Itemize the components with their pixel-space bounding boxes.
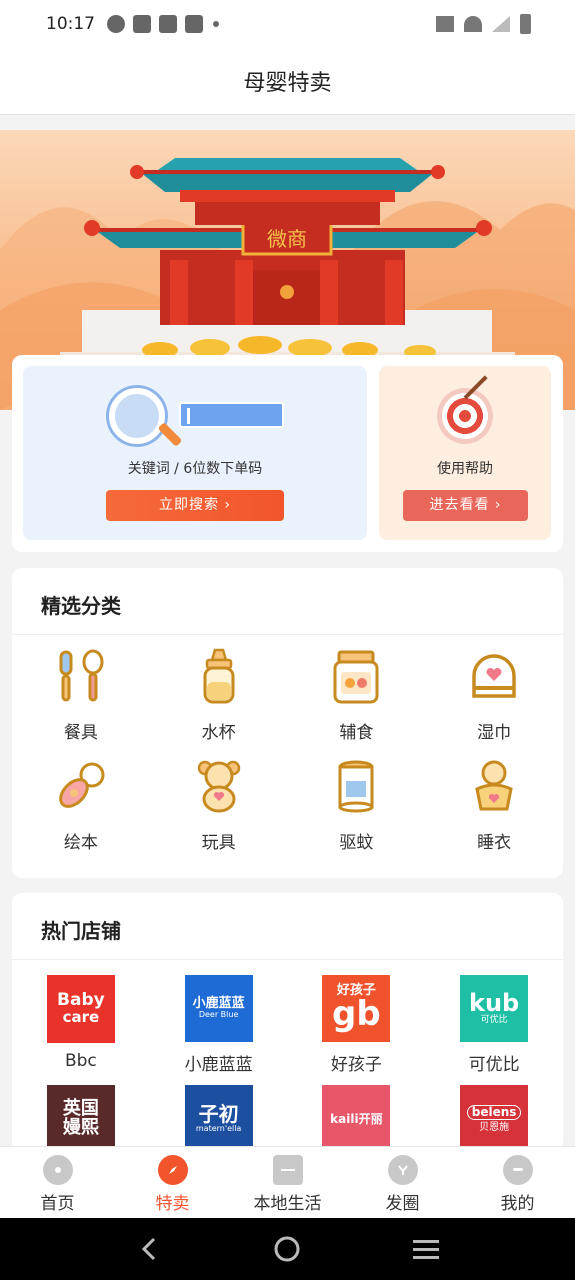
tableware-icon (53, 648, 109, 704)
category-title: 精选分类 (41, 594, 121, 618)
go-look-button[interactable]: 进去看看 › (403, 490, 528, 521)
search-card[interactable]: 关键词 / 6位数下单码 立即搜索 › (23, 366, 367, 540)
tab-local-life[interactable]: 本地生活 (230, 1147, 345, 1218)
menu-icon[interactable] (411, 1234, 441, 1264)
wet-wipes-icon (466, 648, 522, 704)
search-now-button[interactable]: 立即搜索 › (106, 490, 284, 521)
category-item-baby-food[interactable]: 辅食 (288, 648, 426, 748)
category-label: 玩具 (201, 833, 236, 853)
home-circle-icon[interactable] (272, 1234, 302, 1264)
help-card[interactable]: 使用帮助 进去看看 › (379, 366, 551, 540)
store-icon (272, 1155, 303, 1185)
category-item-bottle[interactable]: 水杯 (150, 648, 288, 748)
pacifier-icon (53, 758, 109, 814)
tab-home[interactable]: 首页 (0, 1147, 115, 1218)
category-label: 驱蚊 (339, 833, 374, 853)
shop-item[interactable]: 英国 嫚熙 (12, 1085, 150, 1153)
tab-label: 发圈 (385, 1194, 420, 1214)
shop-logo: 英国 嫚熙 (46, 1085, 115, 1153)
shop-logo: kub 可优比 (460, 975, 529, 1042)
baby-bottle-icon (191, 648, 247, 704)
page-title: 母婴特卖 (243, 71, 332, 96)
magnifier-icon (109, 388, 165, 444)
system-navigation-bar (0, 1218, 575, 1280)
category-label: 睡衣 (477, 833, 512, 853)
shop-item[interactable]: kub 可优比 可优比 (425, 975, 563, 1075)
category-section: 精选分类 餐具 水杯 辅食 湿巾 绘本 玩具 驱蚊 睡衣 (12, 568, 563, 878)
category-item-picture-book[interactable]: 绘本 (12, 758, 150, 858)
compass-icon (157, 1155, 188, 1185)
category-label: 辅食 (339, 723, 374, 743)
baby-food-jar-icon (328, 648, 384, 704)
shop-item[interactable]: 小鹿蓝蓝 Deer Blue 小鹿蓝蓝 (150, 975, 288, 1075)
shop-logo: belens 贝恩施 (460, 1085, 529, 1153)
tab-label: 我的 (500, 1194, 535, 1214)
shop-item[interactable]: 子初 matern'ella (150, 1085, 288, 1153)
baby-icon (466, 758, 522, 814)
shop-item[interactable]: Baby care Bbc (12, 975, 150, 1075)
category-item-wipes[interactable]: 湿巾 (425, 648, 563, 748)
home-icon (42, 1155, 73, 1185)
divider (12, 634, 563, 635)
shop-logo: 小鹿蓝蓝 Deer Blue (184, 975, 253, 1042)
status-time: 10:17 (46, 14, 95, 34)
tab-label: 本地生活 (253, 1194, 322, 1214)
category-label: 绘本 (63, 833, 98, 853)
shop-item[interactable]: 好孩子 gb 好孩子 (288, 975, 426, 1075)
wifi-icon (464, 16, 482, 32)
shop-item[interactable]: belens 贝恩施 (425, 1085, 563, 1153)
shop-logo: Baby care (46, 975, 115, 1043)
mail-icon (159, 15, 177, 33)
hot-shops-title: 热门店铺 (41, 919, 121, 943)
tab-label: 首页 (40, 1194, 75, 1214)
hot-shops-section: 热门店铺 Baby care Bbc 小鹿蓝蓝 Deer Blue 小鹿蓝蓝 好… (12, 893, 563, 1153)
profile-icon (502, 1155, 533, 1185)
tab-sale[interactable]: 特卖 (115, 1147, 230, 1218)
shop-logo: 好孩子 gb (322, 975, 391, 1042)
search-help-panel: 关键词 / 6位数下单码 立即搜索 › 使用帮助 进去看看 › (12, 355, 563, 552)
shop-name: 小鹿蓝蓝 (184, 1055, 253, 1075)
search-card-label: 关键词 / 6位数下单码 (127, 461, 263, 477)
vibrate-icon (436, 16, 454, 32)
divider (12, 959, 563, 960)
share-icon (387, 1155, 418, 1185)
category-item-tableware[interactable]: 餐具 (12, 648, 150, 748)
shop-name: 可优比 (468, 1055, 520, 1075)
shop-name: Bbc (64, 1051, 97, 1071)
shop-logo: kaili开丽 (322, 1085, 391, 1153)
search-field-illustration (179, 402, 284, 428)
category-label: 湿巾 (477, 723, 512, 743)
notification-icon (107, 15, 125, 33)
shop-name: 好孩子 (330, 1055, 382, 1075)
mail-icon (185, 15, 203, 33)
tab-moments[interactable]: 发圈 (345, 1147, 460, 1218)
shop-item[interactable]: kaili开丽 (288, 1085, 426, 1153)
category-item-mosquito[interactable]: 驱蚊 (288, 758, 426, 858)
tab-mine[interactable]: 我的 (460, 1147, 575, 1218)
teddy-bear-icon (191, 758, 247, 814)
category-label: 餐具 (63, 723, 98, 743)
status-bar: 10:17 (0, 0, 575, 48)
help-card-label: 使用帮助 (437, 461, 493, 477)
milk-powder-can-icon (328, 758, 384, 814)
signal-icon (492, 16, 510, 32)
bottom-tab-bar: 首页 特卖 本地生活 发圈 我的 (0, 1146, 575, 1218)
category-item-toys[interactable]: 玩具 (150, 758, 288, 858)
shop-logo: 子初 matern'ella (184, 1085, 253, 1153)
tab-label: 特卖 (155, 1194, 190, 1214)
category-label: 水杯 (201, 723, 236, 743)
title-bar: 母婴特卖 (0, 48, 575, 115)
battery-icon (520, 14, 531, 34)
more-notifications-icon (213, 21, 219, 27)
category-item-pajamas[interactable]: 睡衣 (425, 758, 563, 858)
back-icon[interactable] (134, 1234, 164, 1264)
mail-icon (133, 15, 151, 33)
temple-sign-text: 微商 (267, 227, 307, 251)
